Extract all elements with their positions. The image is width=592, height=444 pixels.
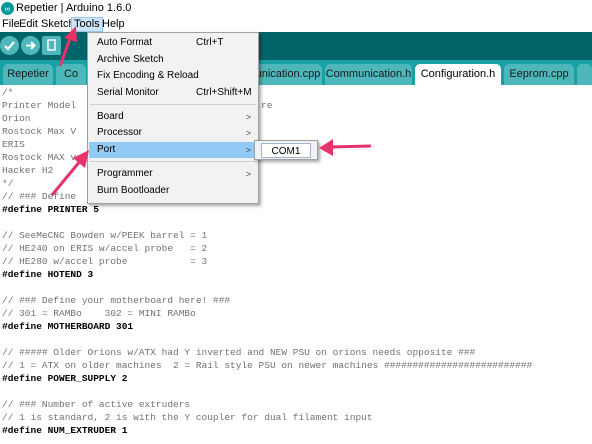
arrow-to-tools-menu-icon [58, 26, 77, 67]
arrow-to-com1-icon [319, 139, 372, 156]
annotation-arrows [50, 26, 372, 196]
arrow-to-port-item-icon [50, 150, 89, 196]
